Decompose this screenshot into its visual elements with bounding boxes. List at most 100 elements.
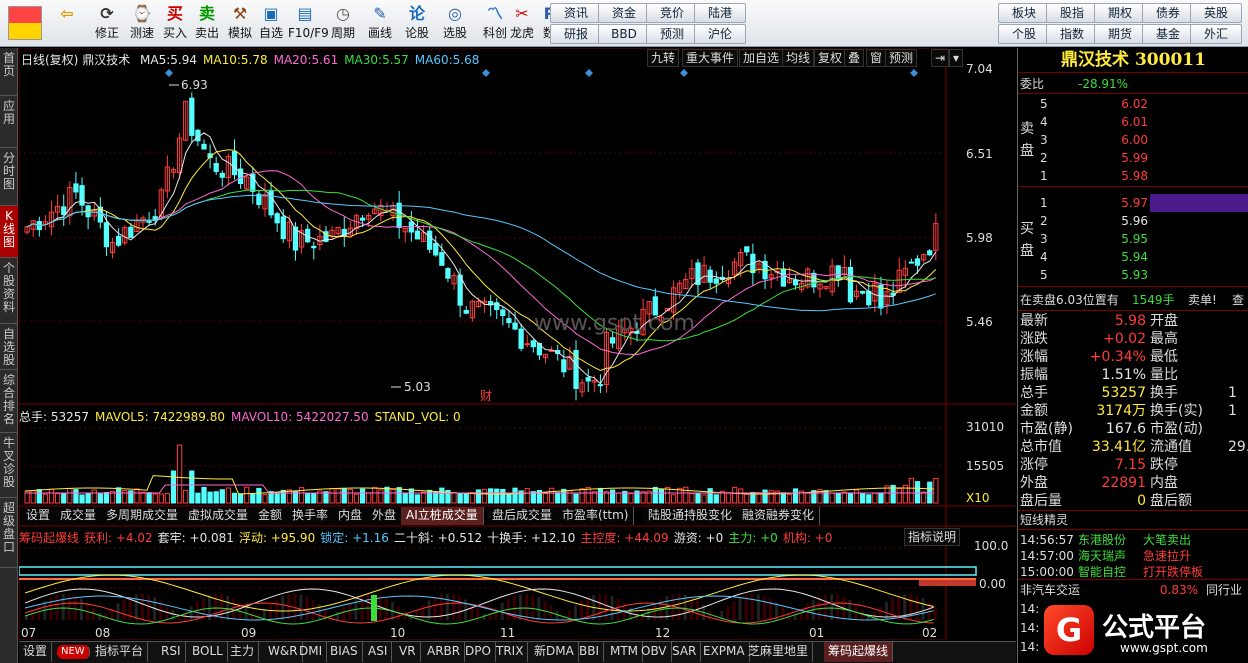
volume-subtab-0[interactable]: 设置 [21,507,57,525]
indicator-tab-18[interactable]: SAR [668,642,702,662]
toolbar-3-button[interactable]: 买买入 [158,3,192,45]
left-tab-6[interactable]: 综合排名 [0,370,18,433]
quick-button-7[interactable]: 沪伦 [694,24,746,44]
ma-3-label: MA30: [344,53,383,67]
toolbar-11-button[interactable]: ◎ 选股 [438,3,472,45]
toolbar-1-button[interactable]: ⟳ 修正 [90,3,124,45]
toolbar-2-button[interactable]: ⌚ 测速 [125,3,159,45]
volume-subtab-6[interactable]: 内盘 [333,507,369,525]
indicator-tab-17[interactable]: OBV [637,642,672,662]
back-button[interactable]: ⇦ [50,3,84,45]
chart-menu-icon[interactable]: ▾ [949,49,964,67]
volume-bar [695,493,701,504]
volume-bar [207,491,213,504]
month-label-11: 11 [500,626,515,640]
volume-bar [347,488,353,504]
quick-button-5[interactable]: BBD [598,24,650,44]
indicator-tab-11[interactable]: ARBR [423,642,466,662]
chart-button-0[interactable]: 九转 [647,49,680,67]
quick-button-0[interactable]: 资讯 [550,3,602,23]
indicator-tab-21[interactable]: 筹码起爆线 [824,642,894,662]
volume-subtab-11[interactable]: 陆股通持股变化 [643,507,739,525]
volume-bar [616,492,622,504]
indicator-tab-0[interactable]: 设置 [19,642,53,662]
indicator-tab-2[interactable]: 指标平台 [91,642,149,662]
indicator-bar [921,598,925,620]
kline-chart-area[interactable]: 6.93 5.03 财 www.gspt.com 07 08 09 10 11 12 01 02 日线… [19,48,1016,640]
quick-button-16[interactable]: 基金 [1142,24,1194,44]
quick-button-13[interactable]: 个股 [998,24,1050,44]
volume-bar [73,489,79,504]
indicator-help-button[interactable]: 指标说明 [904,528,961,546]
toolbar-9-button[interactable]: ✎ 画线 [363,3,397,45]
chart-button-5[interactable]: 叠 [844,49,865,67]
volume-subtab-12[interactable]: 融资融券变化 [737,507,821,525]
volume-subtab-1[interactable]: 成交量 [55,507,103,525]
indicator-tab-14[interactable]: 新DMA [530,642,579,662]
toolbar-10-button[interactable]: 论论股 [400,3,434,45]
quick-button-17[interactable]: 外汇 [1190,24,1242,44]
chart-button-7[interactable]: 预测 [885,49,918,67]
indicator-bar [98,612,102,620]
volume-subtab-2[interactable]: 多周期成交量 [101,507,185,525]
quick-button-3[interactable]: 陆港 [694,3,746,23]
toolbar-4-button[interactable]: 卖卖出 [190,3,224,45]
toolbar-7-button[interactable]: ▤ F10/F9 [288,3,329,45]
volume-subtab-3[interactable]: 虚拟成交量 [183,507,255,525]
quick-button-8[interactable]: 板块 [998,3,1050,23]
left-tab-7[interactable]: 牛叉诊股 [0,433,18,498]
quick-button-12[interactable]: 英股 [1190,3,1242,23]
left-tab-4[interactable]: 个股资料 [0,258,18,324]
indicator-tab-5[interactable]: 主力 [226,642,260,662]
quick-button-15[interactable]: 期货 [1094,24,1146,44]
expand-icon[interactable]: ⇥ [931,49,950,67]
volume-subtab-5[interactable]: 换手率 [287,507,335,525]
left-tab-1[interactable]: 应用 [0,96,18,148]
volume-subtab-10[interactable]: 市盈率(ttm) [557,507,635,525]
quick-button-9[interactable]: 股指 [1046,3,1098,23]
left-tab-2[interactable]: 分时图 [0,148,18,206]
left-tab-0[interactable]: 首页 [0,48,18,96]
indicator-tab-4[interactable]: BOLL [188,642,228,662]
volume-subtab-7[interactable]: 外盘 [367,507,403,525]
volume-subtab-9[interactable]: 盘后成交量 [487,507,559,525]
toolbar-6-button[interactable]: ▣ 自选 [254,3,288,45]
toolbar-5-button[interactable]: ⚒ 模拟 [223,3,257,45]
quote-row-8-cell: 7.15 [1114,457,1146,473]
indicator-tab-19[interactable]: EXPMA [699,642,750,662]
toolbar-8-button[interactable]: ◷ 周期 [326,3,360,45]
quick-button-10[interactable]: 期权 [1094,3,1146,23]
indicator-tab-13[interactable]: TRIX [492,642,529,662]
indicator-tab-3[interactable]: RSI [157,642,186,662]
chart-button-4[interactable]: 复权 [814,49,847,67]
quick-button-14[interactable]: 指数 [1046,24,1098,44]
indicator-tab-9[interactable]: ASI [364,642,393,662]
volume-bar [372,487,378,504]
quick-button-1[interactable]: 资金 [598,3,650,23]
indicator-tab-15[interactable]: BBI [575,642,605,662]
volume-subtab-8[interactable]: AI立桩成交量 [401,507,484,525]
indicator-tab-20[interactable]: 芝麻里地里 [744,642,814,662]
chart-button-2[interactable]: 加自选 [739,49,784,67]
chart-button-3[interactable]: 均线 [782,49,815,67]
chart-button-6[interactable]: 窗 [866,49,887,67]
indicator-tab-12[interactable]: DPO [461,642,496,662]
chart-button-1[interactable]: 重大事件 [682,49,739,67]
sell-level-5: 5 6.02 [1018,95,1248,113]
quick-button-2[interactable]: 竞价 [646,3,698,23]
indicator-tab-8[interactable]: BIAS [326,642,363,662]
quick-button-11[interactable]: 债券 [1142,3,1194,23]
left-tab-3[interactable]: K线图 [0,206,18,258]
chart-frame [19,48,947,640]
left-tab-5[interactable]: 自选股 [0,324,18,370]
quick-button-4[interactable]: 研报 [550,24,602,44]
period-label[interactable]: 日线(复权) [21,53,78,67]
quick-button-6[interactable]: 预测 [646,24,698,44]
volume-subtab-4[interactable]: 金额 [253,507,289,525]
left-tab-8[interactable]: 超级盘口 [0,498,18,568]
volume-bar [85,492,91,504]
chart-canvas[interactable]: 6.93 5.03 财 www.gspt.com 07 08 09 10 11 12 01 02 [19,48,1016,640]
indicator-tab-10[interactable]: VR [395,642,421,662]
toolbar-13-button[interactable]: ✂ 龙虎 [505,3,539,45]
indicator-tab-7[interactable]: DMI [295,642,328,662]
